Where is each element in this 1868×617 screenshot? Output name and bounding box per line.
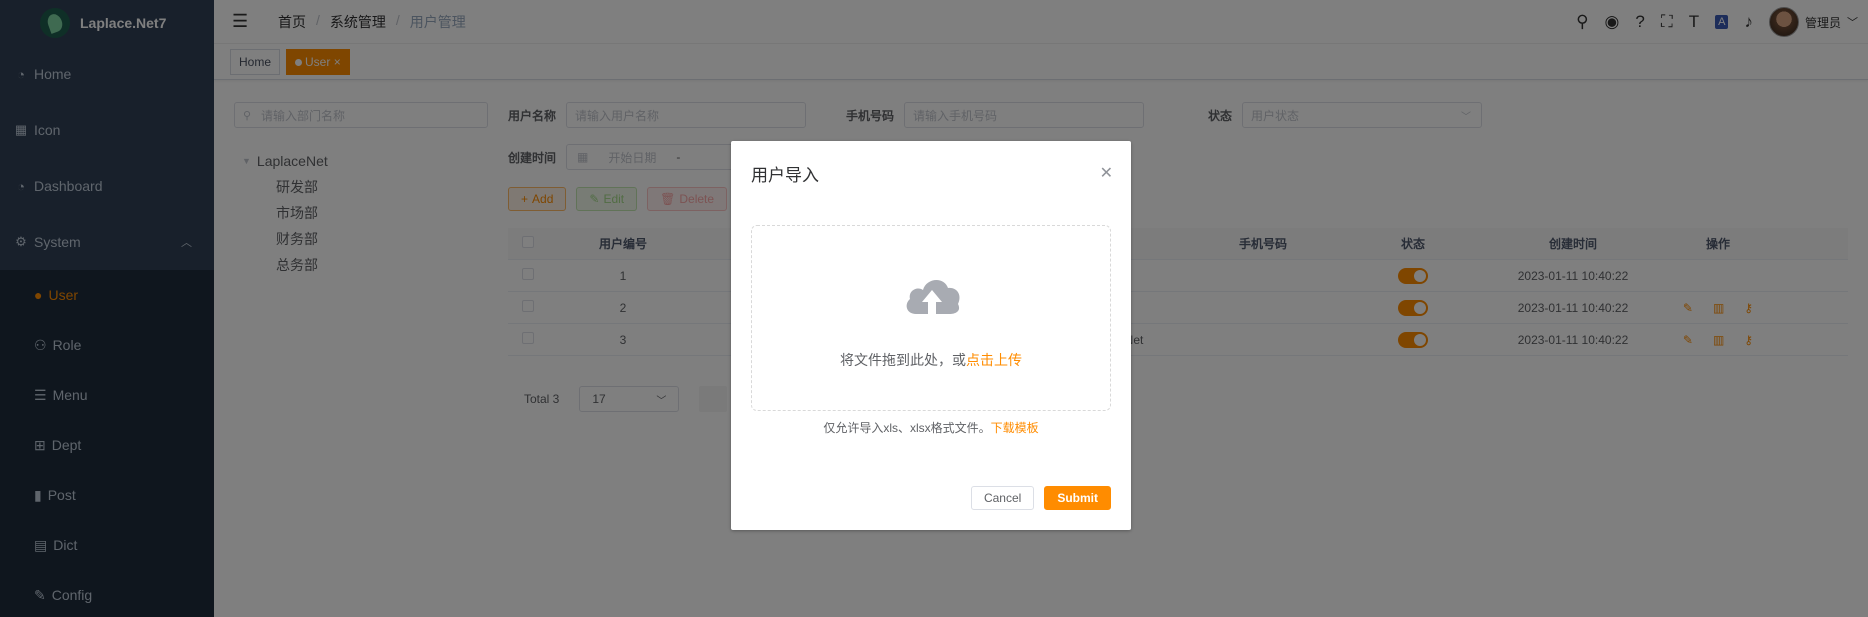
import-dialog: 用户导入 ✕ 将文件拖到此处，或点击上传 仅允许导入xls、xlsx格式文件。下… [731,141,1131,530]
click-upload-link[interactable]: 点击上传 [966,352,1022,368]
upload-dropzone[interactable]: 将文件拖到此处，或点击上传 [751,225,1111,411]
drop-text: 将文件拖到此处，或 [840,352,966,368]
dialog-footer: Cancel Submit [970,486,1111,510]
cloud-upload-icon [906,279,960,314]
dialog-title: 用户导入 [751,166,819,185]
download-template-link[interactable]: 下载模板 [991,421,1039,435]
tip-text: 仅允许导入xls、xlsx格式文件。 [823,421,991,435]
cancel-button[interactable]: Cancel [970,486,1035,510]
upload-tip: 仅允许导入xls、xlsx格式文件。下载模板 [731,419,1131,436]
submit-button[interactable]: Submit [1044,486,1111,510]
upload-text: 将文件拖到此处，或点击上传 [752,350,1110,370]
close-icon[interactable]: ✕ [1100,163,1113,183]
